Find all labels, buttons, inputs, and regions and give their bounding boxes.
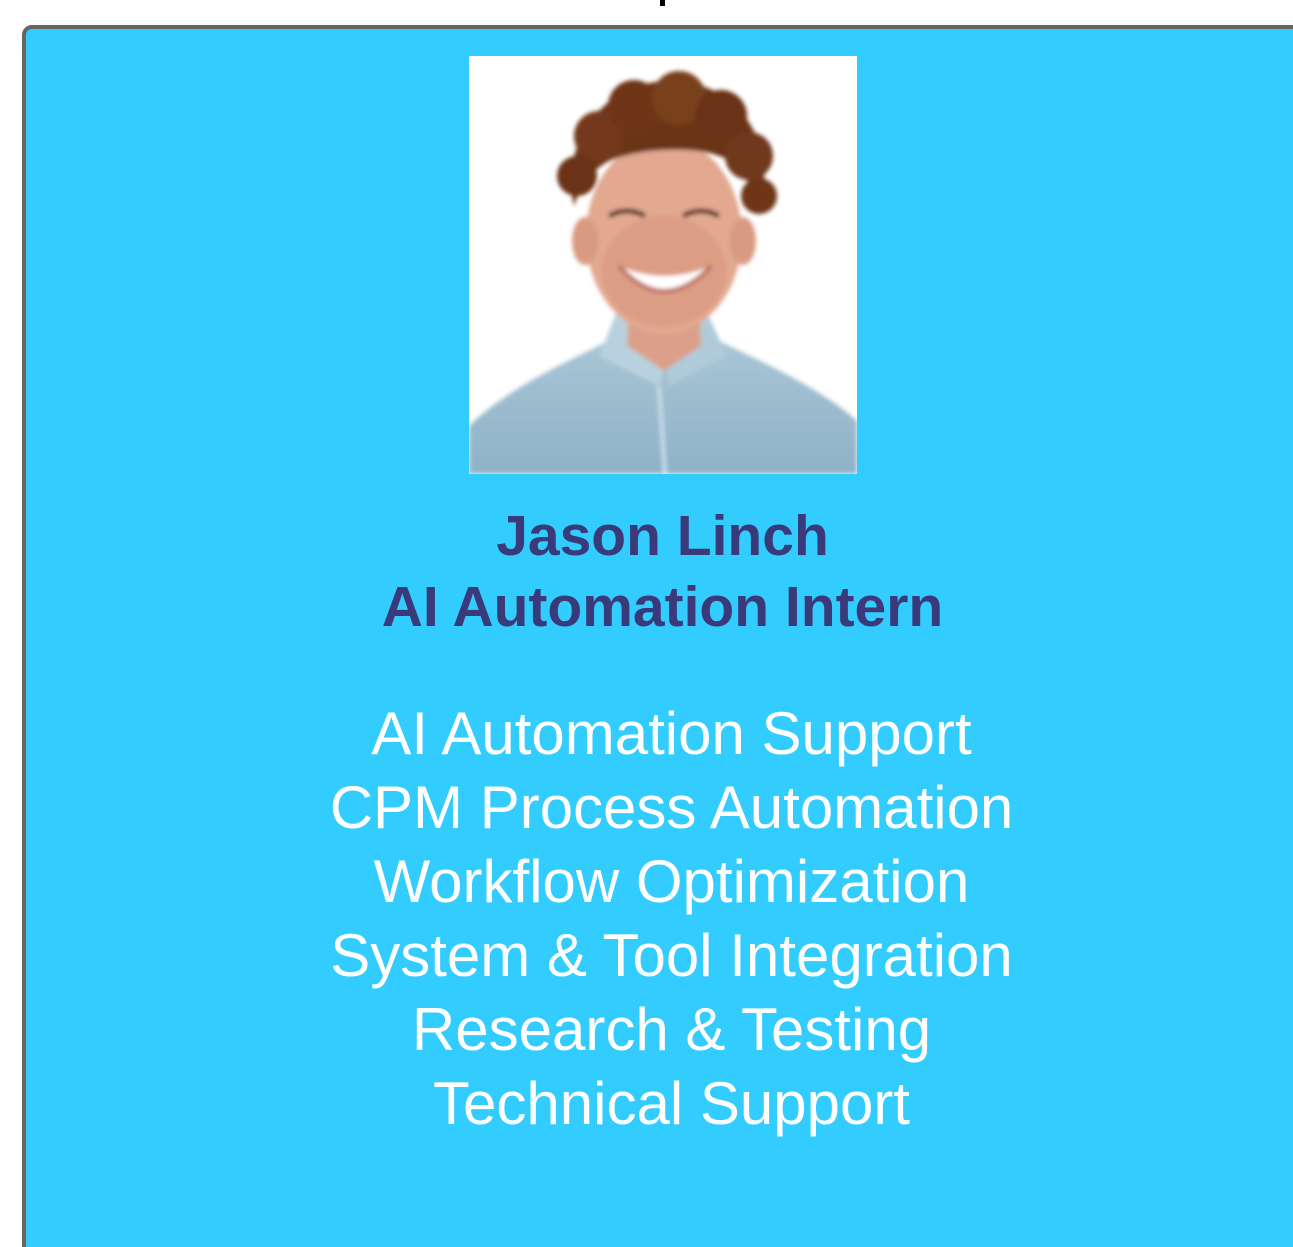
connector-line [660,0,665,6]
responsibility-item: Workflow Optimization [373,848,970,915]
responsibilities-list: AI Automation Support CPM Process Automa… [0,697,1293,1141]
responsibility-item: Technical Support [433,1070,910,1137]
responsibility-item: AI Automation Support [371,700,972,767]
employee-role: AI Automation Intern [381,575,944,639]
org-chart-page: Jason Linch AI Automation Intern AI Auto… [0,0,1293,1247]
profile-photo [469,56,857,474]
portrait-illustration [469,56,857,474]
responsibility-item: Research & Testing [411,996,932,1063]
responsibility-item: System & Tool Integration [330,922,1013,989]
employee-name: Jason Linch [496,504,829,568]
responsibility-item: CPM Process Automation [329,774,1014,841]
